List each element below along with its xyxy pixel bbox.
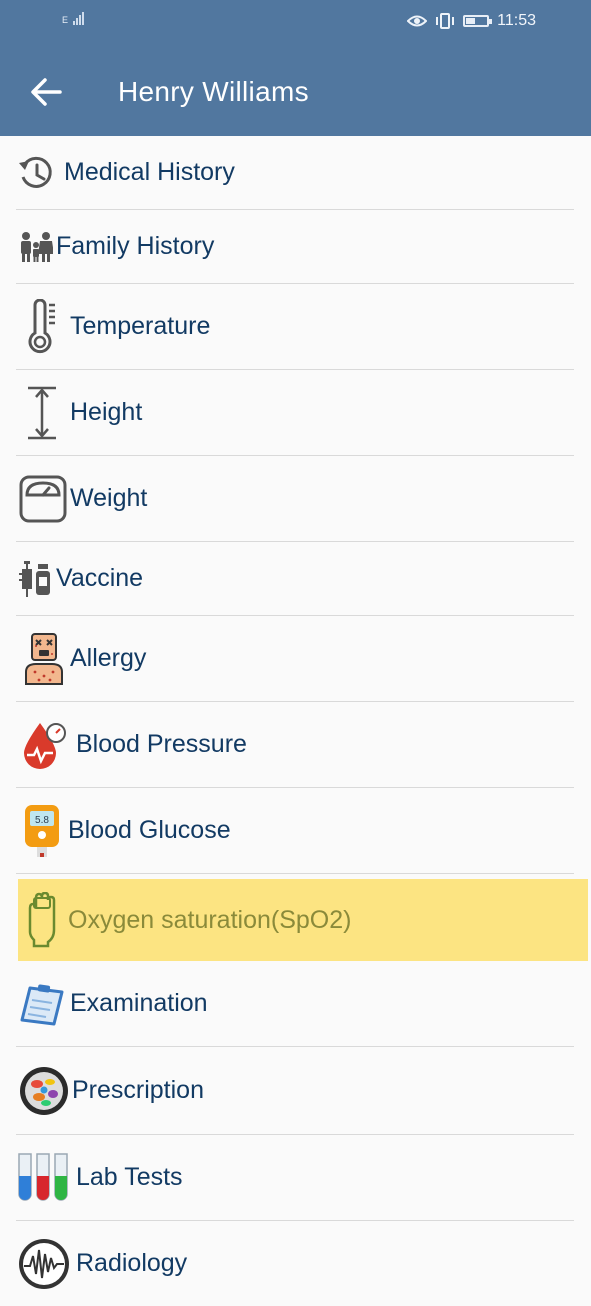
menu-item-label: Vaccine bbox=[56, 564, 144, 592]
menu-item-label: Weight bbox=[70, 484, 148, 512]
clipboard-icon bbox=[20, 983, 64, 1025]
allergy-person-icon bbox=[25, 632, 63, 685]
menu-item-prescription[interactable]: Prescription bbox=[16, 1047, 574, 1135]
menu-item-examination[interactable]: Examination bbox=[16, 961, 574, 1047]
menu-item-label: Radiology bbox=[76, 1249, 188, 1277]
menu-item-oxygen-saturation[interactable]: Oxygen saturation(SpO2) bbox=[18, 879, 588, 961]
menu-item-label: Examination bbox=[70, 989, 208, 1017]
menu-item-label: Temperature bbox=[70, 312, 211, 340]
menu-item-medical-history[interactable]: Medical History bbox=[16, 136, 574, 210]
history-icon bbox=[19, 156, 52, 188]
menu-item-height[interactable]: Height bbox=[16, 370, 574, 456]
menu-item-lab-tests[interactable]: Lab Tests bbox=[16, 1135, 574, 1221]
menu-item-temperature[interactable]: Temperature bbox=[16, 284, 574, 370]
menu-item-label: Blood Pressure bbox=[76, 730, 247, 758]
blood-drop-gauge-icon bbox=[24, 722, 66, 769]
family-icon bbox=[21, 231, 53, 262]
pills-icon bbox=[20, 1066, 68, 1115]
status-bar: E 11:53 bbox=[0, 0, 591, 46]
menu-item-blood-pressure[interactable]: Blood Pressure bbox=[16, 702, 574, 788]
network-type: E bbox=[62, 15, 69, 25]
menu-item-label: Prescription bbox=[72, 1076, 204, 1104]
menu-item-vaccine[interactable]: Vaccine bbox=[16, 542, 574, 616]
height-arrow-icon bbox=[28, 386, 56, 439]
menu-item-weight[interactable]: Weight bbox=[16, 456, 574, 542]
menu-item-label: Height bbox=[70, 398, 143, 426]
glucose-meter-icon: 5.8 bbox=[25, 804, 59, 857]
thermometer-icon bbox=[28, 298, 55, 353]
menu-item-radiology[interactable]: Radiology bbox=[16, 1221, 574, 1306]
page-title: Henry Williams bbox=[118, 76, 309, 107]
vibrate-icon bbox=[436, 13, 455, 29]
menu-item-label: Medical History bbox=[64, 158, 235, 186]
back-arrow-icon[interactable] bbox=[28, 74, 64, 110]
radiology-icon bbox=[19, 1238, 69, 1289]
syringe-vial-icon bbox=[19, 560, 50, 597]
menu-item-blood-glucose[interactable]: 5.8 Blood Glucose bbox=[16, 788, 574, 874]
test-tubes-icon bbox=[18, 1152, 68, 1201]
menu-item-label: Allergy bbox=[70, 644, 147, 672]
eye-comfort-icon bbox=[407, 15, 428, 27]
signal-icon bbox=[72, 12, 85, 25]
menu-item-label: Blood Glucose bbox=[68, 816, 231, 844]
clock: 11:53 bbox=[497, 12, 536, 29]
hand-oximeter-icon bbox=[28, 892, 56, 948]
scale-icon bbox=[19, 475, 67, 522]
menu-item-label: Oxygen saturation(SpO2) bbox=[68, 905, 352, 934]
menu-item-allergy[interactable]: Allergy bbox=[16, 616, 574, 702]
glucose-reading: 5.8 bbox=[35, 815, 49, 826]
menu-item-label: Lab Tests bbox=[76, 1163, 183, 1191]
menu-item-label: Family History bbox=[56, 232, 215, 260]
signal-indicator: E bbox=[62, 12, 85, 25]
battery-icon bbox=[463, 15, 493, 27]
menu-item-family-history[interactable]: Family History bbox=[16, 210, 574, 284]
app-bar: E 11:53 Henry Williams bbox=[0, 0, 591, 136]
